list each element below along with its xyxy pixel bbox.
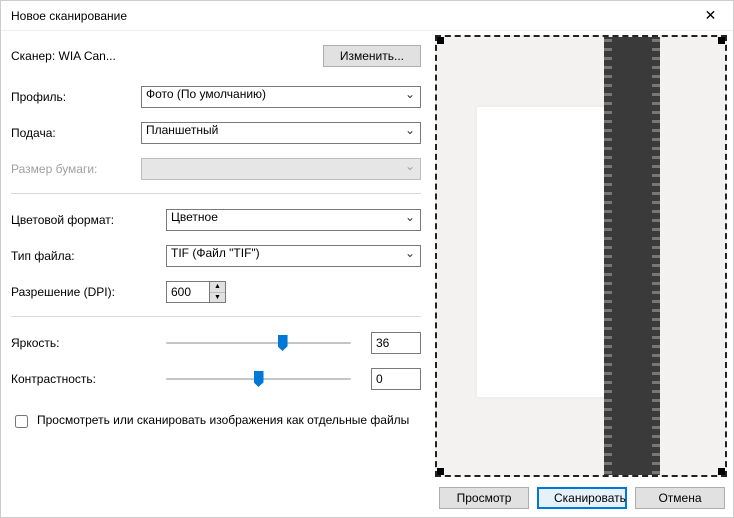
brightness-slider[interactable] (166, 332, 351, 354)
color-format-select[interactable]: Цветное (166, 209, 421, 231)
contrast-value[interactable] (371, 368, 421, 390)
contrast-label: Контрастность: (11, 372, 166, 386)
right-panel: Просмотр Сканировать Отмена (431, 31, 733, 517)
brightness-value[interactable] (371, 332, 421, 354)
crop-handle-icon[interactable] (718, 37, 725, 44)
footer-buttons: Просмотр Сканировать Отмена (435, 477, 727, 511)
brightness-label: Яркость: (11, 336, 166, 350)
preview-button[interactable]: Просмотр (439, 487, 529, 509)
preview-area[interactable] (435, 35, 727, 477)
profile-select[interactable]: Фото (По умолчанию) (141, 86, 421, 108)
source-label: Подача: (11, 126, 141, 140)
separate-files-checkbox[interactable] (15, 415, 28, 428)
content: Сканер: WIA Can... Изменить... Профиль: … (1, 31, 733, 517)
titlebar: Новое сканирование ✕ (1, 1, 733, 31)
crop-handle-icon[interactable] (718, 468, 725, 475)
preview-film-strip (604, 37, 660, 475)
window-title: Новое сканирование (11, 9, 127, 23)
close-icon: ✕ (705, 7, 717, 24)
crop-handle-icon[interactable] (437, 468, 444, 475)
change-scanner-button[interactable]: Изменить... (323, 45, 421, 67)
profile-label: Профиль: (11, 90, 141, 104)
paper-size-label: Размер бумаги: (11, 162, 141, 176)
dpi-up-icon[interactable]: ▲ (210, 282, 225, 293)
contrast-slider[interactable] (166, 368, 351, 390)
dpi-label: Разрешение (DPI): (11, 285, 166, 299)
color-format-label: Цветовой формат: (11, 213, 166, 227)
divider (11, 316, 421, 317)
file-type-label: Тип файла: (11, 249, 166, 263)
dpi-input[interactable] (167, 282, 209, 302)
dpi-down-icon[interactable]: ▼ (210, 293, 225, 303)
cancel-button[interactable]: Отмена (635, 487, 725, 509)
paper-size-select (141, 158, 421, 180)
source-select[interactable]: Планшетный (141, 122, 421, 144)
crop-handle-icon[interactable] (437, 37, 444, 44)
scan-dialog: Новое сканирование ✕ Сканер: WIA Can... … (0, 0, 734, 518)
dpi-spinner[interactable]: ▲ ▼ (166, 281, 226, 303)
preview-paper (477, 107, 607, 397)
file-type-select[interactable]: TIF (Файл "TIF") (166, 245, 421, 267)
separate-files-label: Просмотреть или сканировать изображения … (37, 413, 409, 429)
scan-button[interactable]: Сканировать (537, 487, 627, 509)
scanner-label: Сканер: WIA Can... (11, 49, 323, 63)
close-button[interactable]: ✕ (688, 1, 733, 31)
divider (11, 193, 421, 194)
settings-panel: Сканер: WIA Can... Изменить... Профиль: … (1, 31, 431, 517)
slider-thumb-icon[interactable] (254, 371, 264, 387)
slider-thumb-icon[interactable] (278, 335, 288, 351)
